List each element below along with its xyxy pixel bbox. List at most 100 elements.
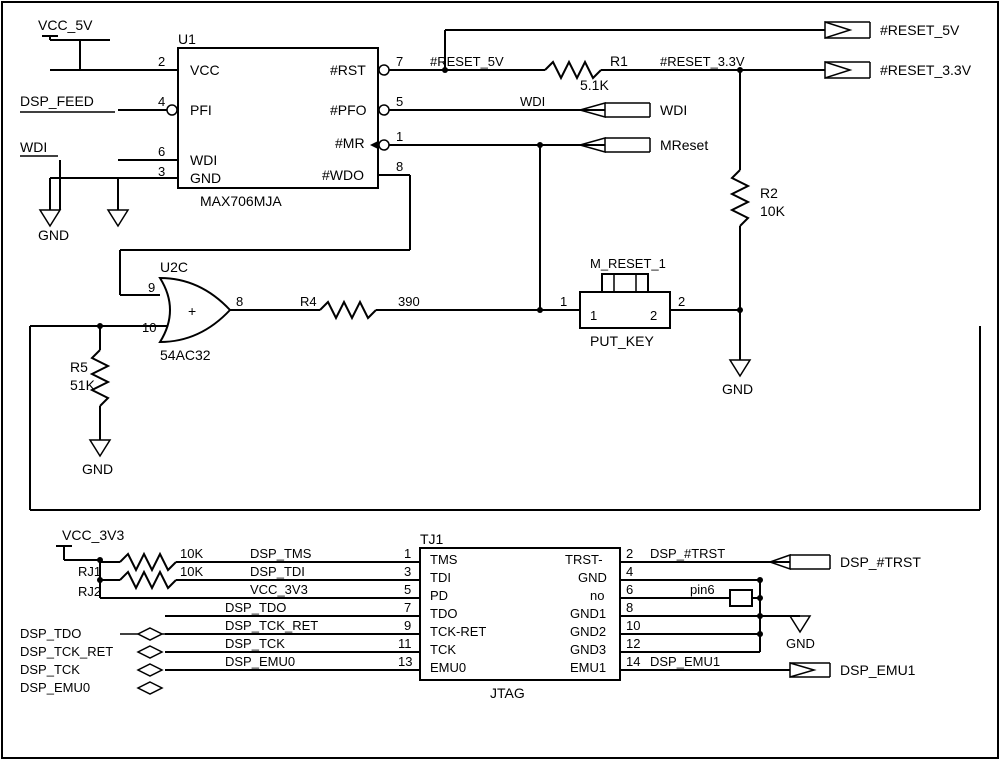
svg-text:#MR: #MR (335, 135, 365, 151)
svg-text:8: 8 (396, 159, 403, 174)
svg-text:1: 1 (396, 129, 403, 144)
svg-text:#RESET_5V: #RESET_5V (880, 22, 960, 38)
svg-text:TMS: TMS (430, 552, 458, 567)
svg-text:GND: GND (190, 170, 221, 186)
svg-text:DSP_TCK: DSP_TCK (20, 662, 80, 677)
svg-text:U2C: U2C (160, 259, 188, 275)
svg-text:GND: GND (786, 636, 815, 651)
svg-text:GND: GND (722, 381, 753, 397)
svg-text:51K: 51K (70, 377, 96, 393)
svg-text:390: 390 (398, 294, 420, 309)
svg-text:+: + (188, 303, 196, 319)
svg-text:PD: PD (430, 588, 448, 603)
u1-ic: U1 MAX706MJA VCC PFI WDI GND #RST #PFO #… (167, 31, 389, 209)
svg-text:PFI: PFI (190, 102, 212, 118)
svg-text:5.1K: 5.1K (580, 77, 609, 93)
svg-text:10K: 10K (180, 564, 203, 579)
svg-text:R2: R2 (760, 185, 778, 201)
svg-text:10: 10 (142, 320, 156, 335)
svg-text:2: 2 (158, 54, 165, 69)
svg-text:GND3: GND3 (570, 642, 606, 657)
svg-text:DSP_TDO: DSP_TDO (225, 600, 286, 615)
svg-text:EMU1: EMU1 (570, 660, 606, 675)
svg-text:#RST: #RST (330, 62, 366, 78)
svg-text:JTAG: JTAG (490, 685, 525, 701)
svg-text:9: 9 (148, 280, 155, 295)
svg-text:7: 7 (404, 600, 411, 615)
svg-text:GND1: GND1 (570, 606, 606, 621)
svg-text:no: no (590, 588, 604, 603)
svg-text:DSP_TDI: DSP_TDI (250, 564, 305, 579)
svg-text:10: 10 (626, 618, 640, 633)
svg-text:2: 2 (626, 546, 633, 561)
svg-text:DSP_EMU1: DSP_EMU1 (650, 654, 720, 669)
svg-text:R5: R5 (70, 359, 88, 375)
svg-text:U1: U1 (178, 31, 196, 47)
svg-text:DSP_TCK: DSP_TCK (225, 636, 285, 651)
svg-text:MReset: MReset (660, 137, 708, 153)
svg-text:#RESET_3.3V: #RESET_3.3V (880, 62, 972, 78)
svg-text:WDI: WDI (660, 102, 687, 118)
svg-text:TDO: TDO (430, 606, 457, 621)
schematic: .w{stroke:#000;stroke-width:2;fill:none;… (0, 0, 1000, 760)
svg-text:TRST-: TRST- (565, 552, 603, 567)
svg-text:DSP_EMU0: DSP_EMU0 (20, 680, 90, 695)
svg-text:pin6: pin6 (690, 582, 715, 597)
svg-text:3: 3 (158, 164, 165, 179)
svg-text:4: 4 (158, 94, 165, 109)
svg-text:#WDO: #WDO (322, 167, 364, 183)
gnd-label-1: GND (38, 227, 69, 243)
svg-text:DSP_TDO: DSP_TDO (20, 626, 81, 641)
svg-text:2: 2 (650, 308, 657, 323)
svg-text:M_RESET_1: M_RESET_1 (590, 256, 666, 271)
svg-text:1: 1 (404, 546, 411, 561)
svg-text:6: 6 (158, 144, 165, 159)
svg-text:WDI: WDI (520, 94, 545, 109)
svg-text:54AC32: 54AC32 (160, 347, 211, 363)
net-dsp-feed: DSP_FEED (20, 93, 94, 109)
svg-text:GND: GND (82, 461, 113, 477)
svg-text:10K: 10K (760, 203, 786, 219)
svg-text:11: 11 (398, 636, 412, 651)
svg-text:4: 4 (626, 564, 633, 579)
svg-text:DSP_TCK_RET: DSP_TCK_RET (225, 618, 318, 633)
svg-text:DSP_EMU0: DSP_EMU0 (225, 654, 295, 669)
svg-text:6: 6 (626, 582, 633, 597)
svg-text:TDI: TDI (430, 570, 451, 585)
net-vcc5v: VCC_5V (38, 17, 93, 33)
svg-text:5: 5 (404, 582, 411, 597)
svg-text:9: 9 (404, 618, 411, 633)
svg-text:R4: R4 (300, 294, 317, 309)
svg-text:1: 1 (590, 308, 597, 323)
svg-text:13: 13 (398, 654, 412, 669)
svg-text:VCC_3V3: VCC_3V3 (250, 582, 308, 597)
svg-text:RJ1: RJ1 (78, 564, 101, 579)
svg-text:VCC: VCC (190, 62, 220, 78)
svg-text:1: 1 (560, 294, 567, 309)
svg-text:10K: 10K (180, 546, 203, 561)
svg-text:TCK: TCK (430, 642, 456, 657)
svg-text:#PFO: #PFO (330, 102, 367, 118)
svg-text:DSP_TMS: DSP_TMS (250, 546, 312, 561)
svg-text:5: 5 (396, 94, 403, 109)
jtag-connector: TJ1 JTAG TMS TDI PD TDO TCK-RET TCK EMU0… (420, 531, 620, 701)
svg-text:DSP_#TRST: DSP_#TRST (650, 546, 725, 561)
net-wdi-in: WDI (20, 139, 47, 155)
svg-text:TCK-RET: TCK-RET (430, 624, 486, 639)
svg-text:DSP_EMU1: DSP_EMU1 (840, 662, 916, 678)
svg-text:3: 3 (404, 564, 411, 579)
svg-text:R1: R1 (610, 53, 628, 69)
svg-text:PUT_KEY: PUT_KEY (590, 333, 654, 349)
net-vcc3v3: VCC_3V3 (62, 527, 124, 543)
svg-text:TJ1: TJ1 (420, 531, 444, 547)
svg-text:12: 12 (626, 636, 640, 651)
svg-text:EMU0: EMU0 (430, 660, 466, 675)
svg-text:7: 7 (396, 54, 403, 69)
svg-text:RJ2: RJ2 (78, 584, 101, 599)
svg-text:DSP_#TRST: DSP_#TRST (840, 554, 921, 570)
svg-text:#RESET_5V: #RESET_5V (430, 54, 504, 69)
svg-text:MAX706MJA: MAX706MJA (200, 193, 282, 209)
svg-text:8: 8 (626, 600, 633, 615)
svg-text:#RESET_3.3V: #RESET_3.3V (660, 54, 745, 69)
svg-text:DSP_TCK_RET: DSP_TCK_RET (20, 644, 113, 659)
